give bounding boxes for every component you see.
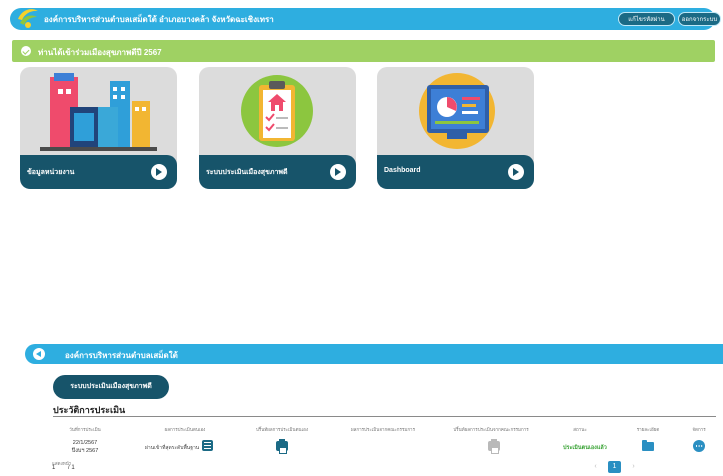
th-print-committee: ปริ้นท์ผลการประเมินจากคณะกรรมการ: [453, 427, 529, 432]
dashboard-card[interactable]: Dashboard: [377, 67, 534, 189]
buildings-illustration-icon: [40, 73, 157, 151]
card-label: ระบบประเมินเมืองสุขภาพดี: [206, 169, 288, 176]
next-page-button[interactable]: ›: [627, 461, 640, 473]
logout-button[interactable]: ออกจากระบบ: [678, 12, 721, 26]
agency-info-card[interactable]: ข้อมูลหน่วยงาน: [20, 67, 177, 189]
health-city-eval-card[interactable]: ระบบประเมินเมืองสุขภาพดี: [199, 67, 356, 189]
arrow-right-circle-icon[interactable]: [508, 164, 524, 180]
arrow-right-circle-icon[interactable]: [330, 164, 346, 180]
health-city-eval-button[interactable]: ระบบประเมินเมืองสุขภาพดี: [53, 375, 169, 399]
clipboard-house-icon: [241, 75, 313, 147]
list-icon[interactable]: [202, 440, 213, 451]
history-title: ประวัติการประเมิน: [53, 405, 126, 415]
page-number-input[interactable]: 1: [52, 465, 55, 471]
th-status: สถานะ: [573, 427, 587, 432]
change-password-button[interactable]: แก้ไขรหัสผ่าน: [618, 12, 675, 26]
arrow-right-circle-icon[interactable]: [151, 164, 167, 180]
dashboard-chart-icon: [419, 73, 495, 149]
print-disabled-icon: [488, 439, 500, 454]
row-fiscal-year: ปีงบฯ 2567: [71, 448, 99, 454]
th-committee-result: ผลการประเมินจากคณะกรรมการ: [350, 427, 416, 432]
card-label: ข้อมูลหน่วยงาน: [27, 169, 75, 176]
card-label: Dashboard: [384, 167, 421, 174]
check-circle-icon: [21, 46, 31, 56]
th-self-result: ผลการประเมินตนเอง: [164, 427, 206, 432]
card-footer: Dashboard: [377, 155, 534, 189]
print-icon[interactable]: [276, 439, 288, 454]
card-footer: ระบบประเมินเมืองสุขภาพดี: [199, 155, 356, 189]
section-header-bar: องค์การบริหารส่วนตำบลเสม็ดใต้: [25, 344, 723, 364]
page: องค์การบริหารส่วนตำบลเสม็ดใต้ อำเภอบางคล…: [0, 0, 723, 476]
th-manage: จัดการ: [692, 427, 706, 432]
row-date: 22/1/2567: [72, 440, 98, 446]
folder-icon[interactable]: [642, 440, 654, 451]
org-logo-icon: [18, 9, 38, 28]
org-title: องค์การบริหารส่วนตำบลเสม็ดใต้ อำเภอบางคล…: [44, 15, 274, 24]
top-header-bar: องค์การบริหารส่วนตำบลเสม็ดใต้ อำเภอบางคล…: [10, 8, 721, 30]
section-title: องค์การบริหารส่วนตำบลเสม็ดใต้: [65, 351, 178, 360]
th-print-self: ปริ้นท์ผลการประเมินตนเอง: [255, 427, 309, 432]
status-badge: ประเมินตนเองแล้ว: [563, 445, 607, 451]
notice-text: ท่านได้เข้าร่วมเมืองสุขภาพดีปี 2567: [38, 48, 162, 57]
divider: [53, 416, 716, 417]
th-eval-date: วันที่การประเมิน: [69, 427, 101, 432]
joined-notice-banner: ท่านได้เข้าร่วมเมืองสุขภาพดีปี 2567: [12, 40, 715, 62]
th-details: รายละเอียด: [636, 427, 660, 432]
card-footer: ข้อมูลหน่วยงาน: [20, 155, 177, 189]
prev-page-button[interactable]: ‹: [589, 461, 602, 473]
back-arrow-icon[interactable]: [33, 348, 45, 360]
current-page-button[interactable]: 1: [608, 461, 621, 473]
page-total: / 1: [68, 465, 75, 471]
row-self-result: ผ่านเข้าที่สุดระดับพื้นฐาน: [145, 445, 200, 451]
more-options-icon[interactable]: [693, 440, 705, 452]
